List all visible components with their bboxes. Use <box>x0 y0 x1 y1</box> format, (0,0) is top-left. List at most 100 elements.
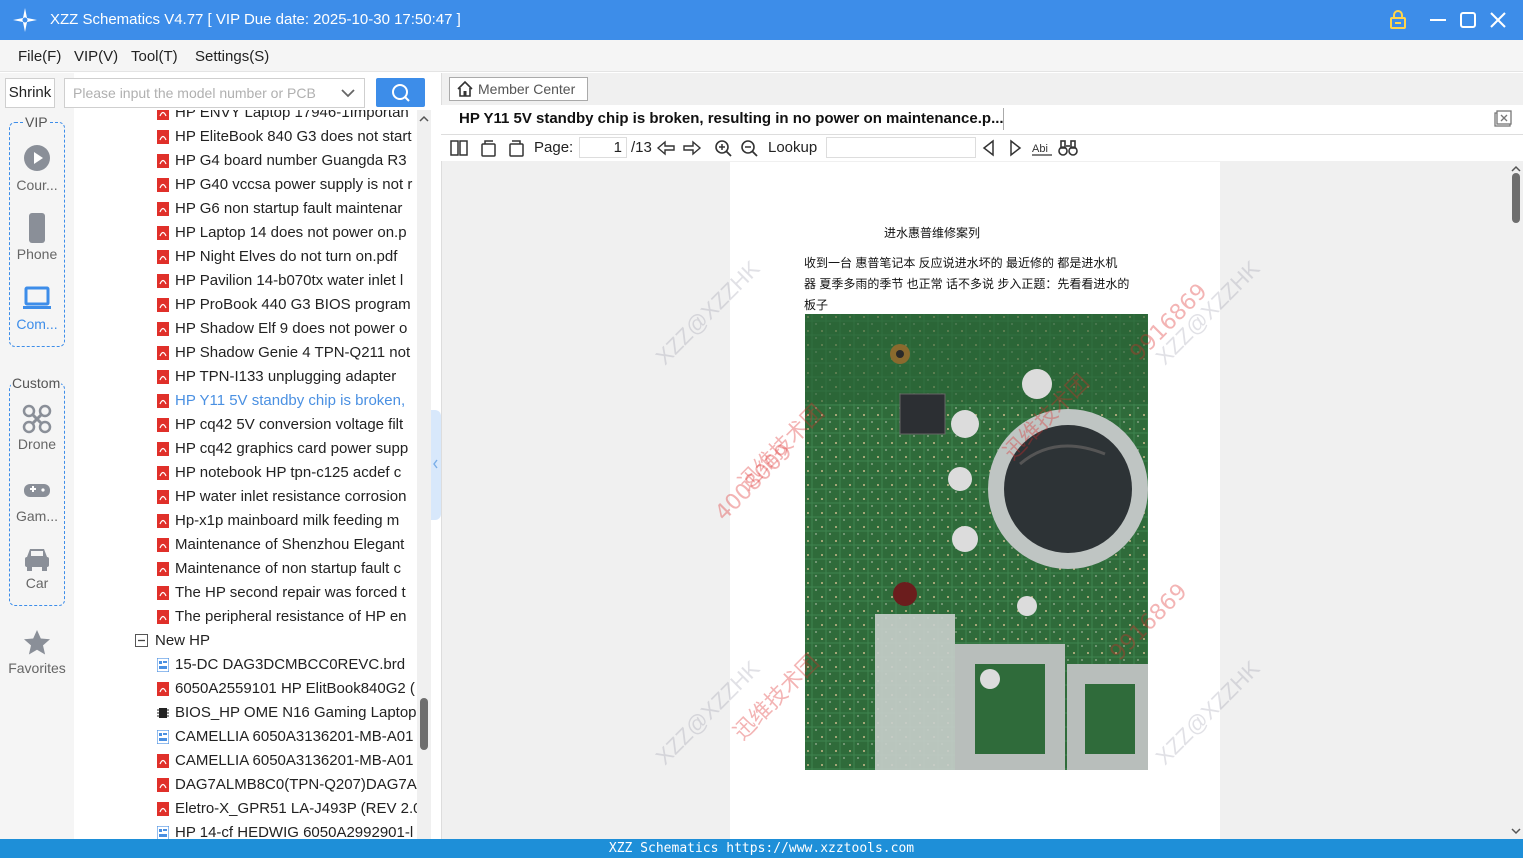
tree-item-label: Maintenance of non startup fault c <box>175 560 401 577</box>
tree-file-item[interactable]: 6050A2559101 HP ElitBook840G2 ( <box>75 677 417 701</box>
lock-icon[interactable] <box>1386 8 1410 32</box>
tree-file-item[interactable]: The HP second repair was forced t <box>75 581 417 605</box>
tree-item-label: HP ProBook 440 G3 BIOS program <box>175 296 411 313</box>
tree-file-item[interactable]: DAG7ALMB8C0(TPN-Q207)DAG7A <box>75 773 417 797</box>
tree-file-item[interactable]: HP G4 board number Guangda R3 <box>75 149 417 173</box>
tree-item-label: HP EliteBook 840 G3 does not start <box>175 128 412 145</box>
pdf-icon <box>157 586 169 600</box>
tree-file-item[interactable]: Hp-x1p mainboard milk feeding m <box>75 509 417 533</box>
two-page-view-icon[interactable] <box>449 138 469 158</box>
chevron-down-icon[interactable] <box>340 85 356 101</box>
tree-file-item[interactable]: HP G6 non startup fault maintenar <box>75 197 417 221</box>
tree-folder[interactable]: New HP <box>75 629 417 653</box>
tree-file-item[interactable]: The peripheral resistance of HP en <box>75 605 417 629</box>
tree-scroll-thumb[interactable] <box>420 698 428 750</box>
minimize-icon[interactable] <box>1426 8 1450 32</box>
viewer-scroll-thumb[interactable] <box>1512 173 1520 223</box>
viewer-scrollbar[interactable] <box>1509 161 1523 839</box>
title-bar: XZZ Schematics V4.77 [ VIP Due date: 202… <box>0 0 1523 40</box>
tree-file-item[interactable]: HP notebook HP tpn-c125 acdef c <box>75 461 417 485</box>
rotate-right-icon[interactable] <box>506 138 526 158</box>
window-title: XZZ Schematics V4.77 [ VIP Due date: 202… <box>50 11 461 28</box>
tree-file-item[interactable]: HP cq42 graphics card power supp <box>75 437 417 461</box>
rotate-left-icon[interactable] <box>479 138 499 158</box>
menu-tool[interactable]: Tool(T) <box>131 48 178 65</box>
member-center-button[interactable]: Member Center <box>449 77 588 101</box>
pdf-icon <box>157 178 169 192</box>
tree-item-label: New HP <box>155 632 211 649</box>
home-icon <box>457 80 473 97</box>
maximize-icon[interactable] <box>1456 8 1480 32</box>
tree-file-item[interactable]: BIOS_HP OME N16 Gaming Laptop <box>75 701 417 725</box>
tree-file-item[interactable]: HP Night Elves do not turn on.pdf <box>75 245 417 269</box>
page-number-input[interactable]: 1 <box>579 137 627 158</box>
search-input[interactable] <box>66 80 336 106</box>
pdf-icon <box>157 490 169 504</box>
search-button[interactable] <box>376 78 425 107</box>
tree-file-item[interactable]: HP Shadow Genie 4 TPN-Q211 not <box>75 341 417 365</box>
find-next-icon[interactable] <box>1005 138 1025 158</box>
member-center-label: Member Center <box>478 81 576 97</box>
lookup-input[interactable] <box>826 137 976 158</box>
tree-file-item[interactable]: CAMELLIA 6050A3136201-MB-A01 <box>75 749 417 773</box>
pdf-icon <box>157 370 169 384</box>
match-case-icon[interactable]: Abi <box>1031 138 1053 158</box>
close-tab-icon[interactable] <box>1494 110 1512 128</box>
scroll-up-icon[interactable] <box>417 112 431 126</box>
menu-file[interactable]: File(F) <box>18 48 61 65</box>
scroll-down-icon[interactable] <box>1509 825 1523 837</box>
tree-item-label: HP water inlet resistance corrosion <box>175 488 407 505</box>
gamepad-icon <box>24 484 50 497</box>
tree-file-item[interactable]: HP ENVY Laptop 17946-1Importan <box>75 110 417 125</box>
sidebar-item-phone[interactable]: Phone <box>0 212 74 262</box>
tree-file-item[interactable]: HP EliteBook 840 G3 does not start <box>75 125 417 149</box>
tree-item-label: HP cq42 5V conversion voltage filt <box>175 416 404 433</box>
shrink-button[interactable]: Shrink <box>5 78 55 108</box>
menu-settings[interactable]: Settings(S) <box>195 48 269 65</box>
tree-file-item[interactable]: HP Pavilion 14-b070tx water inlet l <box>75 269 417 293</box>
sidebar-item-favorites[interactable]: Favorites <box>0 628 74 676</box>
tree-file-item[interactable]: HP 14-cf HEDWIG 6050A2992901-l <box>75 821 417 839</box>
tree-file-item[interactable]: HP Shadow Elf 9 does not power o <box>75 317 417 341</box>
tree-file-item[interactable]: HP water inlet resistance corrosion <box>75 485 417 509</box>
tree-file-item[interactable]: CAMELLIA 6050A3136201-MB-A01 <box>75 725 417 749</box>
panel-splitter[interactable] <box>431 410 441 520</box>
tree-scrollbar[interactable] <box>417 110 431 839</box>
pdf-icon <box>157 130 169 144</box>
pdf-icon <box>157 346 169 360</box>
close-icon[interactable] <box>1486 8 1510 32</box>
sidebar-item-car[interactable]: Car <box>0 545 74 591</box>
tree-item-label: HP cq42 graphics card power supp <box>175 440 409 457</box>
phone-icon <box>29 213 45 243</box>
tree-file-item[interactable]: Maintenance of non startup fault c <box>75 557 417 581</box>
menu-vip[interactable]: VIP(V) <box>74 48 118 65</box>
tree-file-item[interactable]: HP ProBook 440 G3 BIOS program <box>75 293 417 317</box>
tree-file-item[interactable]: Maintenance of Shenzhou Elegant <box>75 533 417 557</box>
sidebar-item-label: Com... <box>16 316 58 332</box>
tree-file-item[interactable]: HP cq42 5V conversion voltage filt <box>75 413 417 437</box>
status-bar: XZZ Schematics https://www.xzztools.com <box>0 839 1523 858</box>
document-text-line: 板子 <box>804 298 829 312</box>
find-previous-icon[interactable] <box>979 138 999 158</box>
board-file-icon <box>157 826 169 839</box>
next-page-icon[interactable] <box>682 138 702 158</box>
tree-item-label: HP Pavilion 14-b070tx water inlet l <box>175 272 404 289</box>
previous-page-icon[interactable] <box>656 138 676 158</box>
tree-file-item[interactable]: HP G40 vccsa power supply is not r <box>75 173 417 197</box>
sidebar-item-courses[interactable]: Cour... <box>0 143 74 193</box>
sidebar-item-label: Cour... <box>16 177 58 193</box>
sidebar-item-games[interactable]: Gam... <box>0 480 74 524</box>
tree-file-item[interactable]: HP Y11 5V standby chip is broken, <box>75 389 417 413</box>
pdf-icon <box>157 394 169 408</box>
zoom-out-icon[interactable] <box>739 138 759 158</box>
binoculars-icon[interactable] <box>1058 138 1078 158</box>
sidebar-item-drone[interactable]: Drone <box>0 404 74 452</box>
sidebar-item-computer[interactable]: Com... <box>0 286 74 332</box>
zoom-in-icon[interactable] <box>713 138 733 158</box>
pdf-icon <box>157 514 169 528</box>
tree-file-item[interactable]: Eletro-X_GPR51 LA-J493P (REV 2.0) <box>75 797 417 821</box>
tree-file-item[interactable]: HP Laptop 14 does not power on.p <box>75 221 417 245</box>
document-tab[interactable]: HP Y11 5V standby chip is broken, result… <box>459 110 1004 127</box>
tree-file-item[interactable]: HP TPN-I133 unplugging adapter <box>75 365 417 389</box>
tree-file-item[interactable]: 15-DC DAG3DCMBCC0REVC.brd <box>75 653 417 677</box>
